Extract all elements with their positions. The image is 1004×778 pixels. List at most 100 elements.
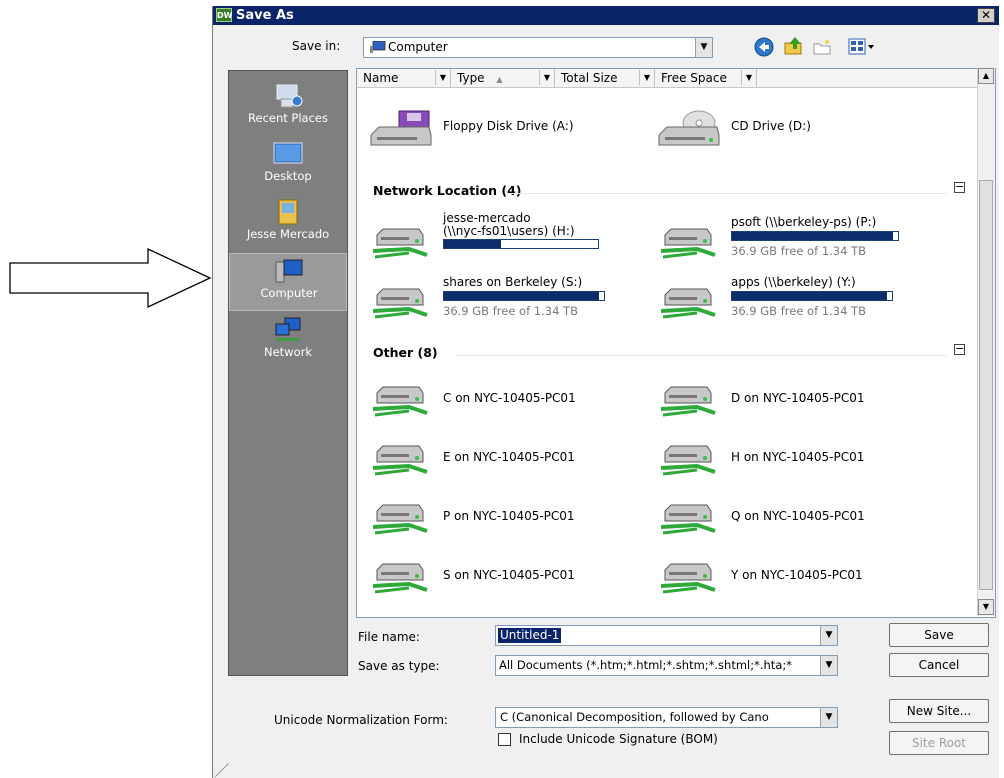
other-drive-item[interactable]: S on NYC-10405-PC01 [369, 552, 669, 602]
places-bar: Recent Places Desktop Jesse Mercado Comp… [228, 70, 348, 676]
column-filter-arrow[interactable]: ▼ [435, 70, 450, 85]
save-in-label: Save in: [292, 39, 341, 53]
desktop-icon [273, 142, 303, 164]
drive-usage-bar [731, 291, 893, 301]
scroll-down-button[interactable]: ▼ [978, 599, 994, 615]
bom-checkbox[interactable] [498, 733, 511, 746]
save-in-dropdown-arrow[interactable]: ▼ [695, 38, 712, 57]
cancel-button[interactable]: Cancel [889, 653, 989, 677]
other-drive-item[interactable]: E on NYC-10405-PC01 [369, 434, 669, 484]
other-drive-item[interactable]: D on NYC-10405-PC01 [657, 375, 957, 425]
annotation-arrow [9, 247, 212, 309]
user-folder-icon [278, 199, 298, 225]
column-filter-arrow[interactable]: ▼ [741, 70, 756, 85]
network-drive-icon [660, 563, 716, 594]
collapse-group-button[interactable]: − [954, 343, 965, 355]
floppy-drive-icon [370, 110, 432, 146]
drive-name: P on NYC-10405-PC01 [443, 509, 575, 523]
column-header-type[interactable]: Type ▲ ▼ [451, 69, 555, 87]
save-as-type-dropdown-arrow[interactable]: ▼ [820, 656, 837, 675]
other-drive-item[interactable]: Q on NYC-10405-PC01 [657, 493, 957, 543]
file-list-view[interactable]: Name ▼ Type ▲ ▼ Total Size ▼ Free Space … [356, 68, 996, 618]
network-drive-icon [660, 228, 716, 259]
network-drive-item[interactable]: shares on Berkeley (S:) 36.9 GB free of … [369, 275, 669, 325]
drive-free-space: 36.9 GB free of 1.34 TB [731, 244, 866, 258]
views-menu-icon[interactable] [847, 36, 877, 58]
drive-name: shares on Berkeley (S:) [443, 275, 583, 289]
cd-drive-icon [658, 110, 720, 146]
up-folder-icon[interactable] [783, 35, 805, 57]
place-label: Recent Places [248, 111, 328, 125]
column-header-free-space[interactable]: Free Space ▼ [655, 69, 757, 87]
scrollbar-thumb[interactable] [979, 180, 993, 590]
drive-usage-fill [732, 232, 894, 240]
collapse-group-button[interactable]: − [954, 181, 965, 193]
new-folder-icon[interactable] [811, 36, 833, 58]
network-drive-icon [660, 445, 716, 476]
place-computer[interactable]: Computer [229, 253, 347, 311]
group-header-network: Network Location (4) [373, 183, 522, 198]
drive-item[interactable]: CD Drive (D:) [657, 105, 957, 155]
network-drive-icon [372, 228, 428, 259]
bom-checkbox-label: Include Unicode Signature (BOM) [519, 732, 718, 746]
drive-free-space: 36.9 GB free of 1.34 TB [731, 304, 866, 318]
save-as-type-label: Save as type: [358, 659, 440, 673]
recent-places-icon [276, 84, 303, 108]
other-drive-item[interactable]: C on NYC-10405-PC01 [369, 375, 669, 425]
place-desktop[interactable]: Desktop [229, 137, 347, 195]
save-as-type-value: All Documents (*.htm;*.html;*.shtm;*.sht… [499, 658, 792, 672]
window-title: Save As [236, 8, 294, 23]
drive-name: D on NYC-10405-PC01 [731, 391, 865, 405]
drive-item[interactable]: Floppy Disk Drive (A:) [369, 105, 669, 155]
dreamweaver-app-icon: DW [216, 8, 232, 22]
unicode-normalization-value: C (Canonical Decomposition, followed by … [500, 710, 769, 724]
back-icon[interactable] [753, 36, 775, 58]
drive-name: apps (\\berkeley) (Y:) [731, 275, 856, 289]
drive-name: Q on NYC-10405-PC01 [731, 509, 865, 523]
column-label: Free Space [661, 71, 727, 85]
column-filter-arrow[interactable]: ▼ [539, 70, 554, 85]
unicode-normalization-dropdown-arrow[interactable]: ▼ [820, 708, 837, 727]
network-drive-icon [372, 563, 428, 594]
drive-name: Y on NYC-10405-PC01 [731, 568, 863, 582]
drive-name-line2: (\\nyc-fs01\users) (H:) [443, 224, 575, 238]
column-label: Total Size [561, 71, 618, 85]
unicode-normalization-label: Unicode Normalization Form: [274, 713, 448, 727]
column-filter-arrow[interactable]: ▼ [639, 70, 654, 85]
column-header-name[interactable]: Name ▼ [357, 69, 451, 87]
drive-usage-fill [444, 240, 501, 248]
resize-grip-icon[interactable] [213, 762, 233, 778]
network-drive-item[interactable]: apps (\\berkeley) (Y:) 36.9 GB free of 1… [657, 275, 957, 325]
drive-name-line1: jesse-mercado [443, 211, 531, 225]
other-drive-item[interactable]: Y on NYC-10405-PC01 [657, 552, 957, 602]
drive-free-space: 36.9 GB free of 1.34 TB [443, 304, 578, 318]
file-name-dropdown-arrow[interactable]: ▼ [820, 626, 837, 645]
network-drive-icon [660, 386, 716, 417]
close-button[interactable]: ✕ [977, 8, 995, 23]
place-jesse-mercado[interactable]: Jesse Mercado [229, 195, 347, 253]
network-drive-icon [660, 504, 716, 535]
drive-usage-bar [443, 291, 605, 301]
place-network[interactable]: Network [229, 313, 347, 371]
place-label: Network [263, 345, 313, 359]
file-name-label: File name: [358, 630, 420, 644]
column-header-total-size[interactable]: Total Size ▼ [555, 69, 655, 87]
network-drive-icon [660, 288, 716, 319]
file-name-input[interactable]: Untitled-1 ▼ [495, 625, 838, 646]
other-drive-item[interactable]: P on NYC-10405-PC01 [369, 493, 669, 543]
place-recent-places[interactable]: Recent Places [229, 79, 347, 137]
network-drive-item[interactable]: jesse-mercado (\\nyc-fs01\users) (H:) [369, 211, 669, 261]
drive-name: C on NYC-10405-PC01 [443, 391, 576, 405]
scroll-up-button[interactable]: ▲ [978, 68, 994, 84]
computer-icon [275, 259, 303, 283]
unicode-normalization-dropdown[interactable]: C (Canonical Decomposition, followed by … [495, 707, 838, 728]
network-drive-icon [372, 504, 428, 535]
save-button[interactable]: Save [889, 623, 989, 647]
save-in-dropdown[interactable]: Computer ▼ [363, 37, 713, 58]
network-drive-item[interactable]: psoft (\\berkeley-ps) (P:) 36.9 GB free … [657, 215, 957, 265]
other-drive-item[interactable]: H on NYC-10405-PC01 [657, 434, 957, 484]
sort-ascending-icon: ▲ [496, 75, 503, 84]
new-site-button[interactable]: New Site... [889, 699, 989, 723]
vertical-scrollbar[interactable]: ▲ ▼ [977, 68, 995, 616]
save-as-type-dropdown[interactable]: All Documents (*.htm;*.html;*.shtm;*.sht… [495, 655, 838, 676]
